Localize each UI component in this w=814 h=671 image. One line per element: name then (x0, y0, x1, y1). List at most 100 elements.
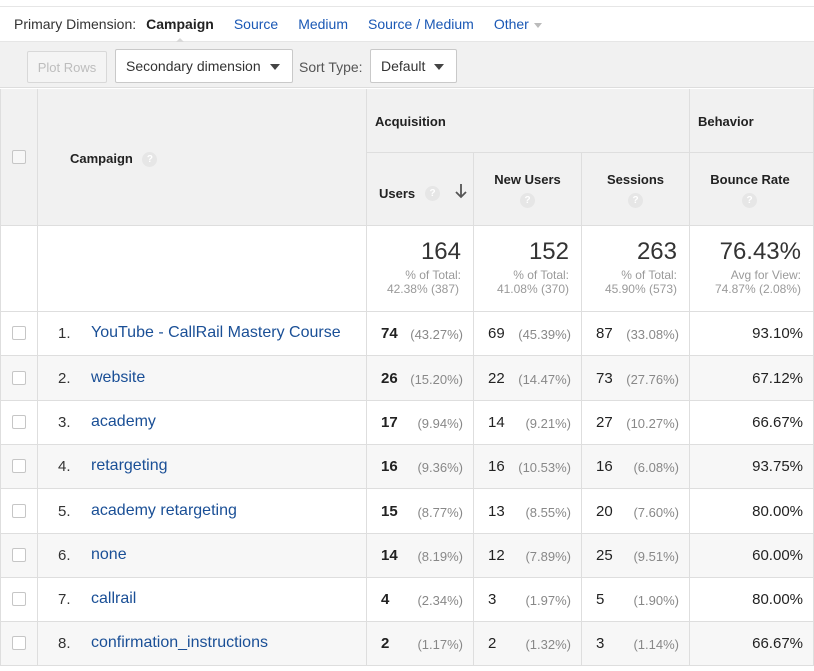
totals-users-line2: 42.38% (387) (386, 282, 459, 296)
sessions-value: 3 (596, 635, 604, 652)
sessions-percent: (1.14%) (633, 637, 679, 652)
table-row-new-users-cell: 16 (10.53%) (474, 445, 582, 489)
table-row-sessions-cell: 87 (33.08%) (582, 312, 690, 356)
header-behavior-label: Behavior (698, 114, 754, 129)
header-campaign-text: Campaign (70, 151, 133, 166)
table-row-users-cell: 74 (43.27%) (367, 312, 474, 356)
question-mark-icon[interactable]: ? (425, 186, 440, 201)
new-users-value: 2 (488, 635, 496, 652)
users-count: 15 (381, 503, 398, 520)
totals-new-users-line2: 41.08% (370) (496, 282, 569, 296)
campaign-link[interactable]: website (91, 369, 145, 387)
primary-dimension-medium[interactable]: Medium (298, 16, 348, 32)
table-row-campaign-cell: 4. retargeting (38, 445, 367, 489)
table-row-campaign-cell: 3. academy (38, 401, 367, 445)
totals-select-cell (0, 226, 38, 312)
sessions-value: 27 (596, 414, 613, 431)
campaign-link[interactable]: retargeting (91, 457, 168, 475)
totals-sessions-line2: 45.90% (573) (604, 282, 677, 296)
table-row-sessions-cell: 5 (1.90%) (582, 578, 690, 622)
bounce-rate-value: 66.67% (752, 635, 803, 652)
table-row-sessions-cell: 20 (7.60%) (582, 489, 690, 534)
table-row-new-users-cell: 2 (1.32%) (474, 622, 582, 666)
row-checkbox[interactable] (12, 636, 26, 650)
campaign-link[interactable]: academy (91, 413, 156, 431)
new-users-count: 69 (488, 325, 505, 342)
sessions-count: 27 (596, 414, 613, 431)
campaign-link[interactable]: none (91, 546, 127, 564)
header-users-cell[interactable]: Users ? (367, 153, 474, 226)
row-index: 2. (58, 370, 71, 387)
row-checkbox[interactable] (12, 415, 26, 429)
header-sessions-cell[interactable]: Sessions ? (582, 153, 690, 226)
totals-bounce-rate-value: 76.43% (719, 238, 801, 265)
users-count: 14 (381, 547, 398, 564)
totals-users-cell: 164 % of Total: 42.38% (387) (367, 226, 474, 312)
campaign-link[interactable]: academy retargeting (91, 502, 237, 520)
users-value: 15 (381, 503, 398, 520)
table-row-select-cell (0, 578, 38, 622)
new-users-percent: (7.89%) (525, 549, 571, 564)
campaign-link[interactable]: YouTube - CallRail Mastery Course (91, 324, 341, 342)
report-table: Campaign ? Acquisition Behavior Users ? … (0, 89, 814, 671)
primary-dimension-label: Primary Dimension: (14, 16, 137, 32)
primary-dimension-source-medium[interactable]: Source / Medium (368, 16, 474, 32)
question-mark-icon[interactable]: ? (628, 193, 643, 208)
row-checkbox[interactable] (12, 548, 26, 562)
primary-dimension-other[interactable]: Other (494, 16, 542, 32)
header-select-cell (0, 89, 38, 226)
new-users-value: 3 (488, 591, 496, 608)
table-row-users-cell: 14 (8.19%) (367, 534, 474, 578)
header-new-users-label: New Users (494, 172, 561, 187)
new-users-count: 14 (488, 414, 505, 431)
users-count: 16 (381, 458, 398, 475)
question-mark-icon[interactable]: ? (742, 193, 757, 208)
totals-label-cell (38, 226, 367, 312)
users-percent: (9.94%) (417, 416, 463, 431)
new-users-count: 2 (488, 635, 497, 652)
row-checkbox[interactable] (12, 504, 26, 518)
table-row-sessions-cell: 16 (6.08%) (582, 445, 690, 489)
row-index: 7. (58, 591, 71, 608)
bounce-rate-value: 93.75% (752, 458, 803, 475)
primary-dimension-campaign[interactable]: Campaign (146, 16, 214, 44)
secondary-dimension-dropdown[interactable]: Secondary dimension (115, 49, 293, 83)
table-row-new-users-cell: 22 (14.47%) (474, 356, 582, 401)
totals-bounce-rate-line1: Avg for View: (730, 268, 801, 282)
campaign-link[interactable]: confirmation_instructions (91, 634, 268, 652)
new-users-percent: (9.21%) (525, 416, 571, 431)
sessions-value: 5 (596, 591, 604, 608)
header-new-users-cell[interactable]: New Users ? (474, 153, 582, 226)
sessions-count: 73 (596, 370, 613, 387)
campaign-link[interactable]: callrail (91, 590, 136, 608)
header-campaign-label[interactable]: Campaign ? (70, 151, 158, 168)
new-users-value: 16 (488, 458, 505, 475)
totals-sessions-cell: 263 % of Total: 45.90% (573) (582, 226, 690, 312)
totals-new-users-line1: % of Total: (513, 268, 569, 282)
sort-type-label: Sort Type: (299, 59, 363, 75)
row-checkbox[interactable] (12, 326, 26, 340)
row-checkbox[interactable] (12, 459, 26, 473)
sessions-count: 5 (596, 591, 605, 608)
question-mark-icon[interactable]: ? (520, 193, 535, 208)
bounce-rate-value: 67.12% (752, 370, 803, 387)
table-row-campaign-cell: 7. callrail (38, 578, 367, 622)
totals-users-value: 164 (420, 238, 461, 265)
select-all-checkbox[interactable] (12, 150, 26, 164)
primary-dimension-source[interactable]: Source (234, 16, 278, 32)
sessions-percent: (6.08%) (633, 460, 679, 475)
header-bounce-rate-cell[interactable]: Bounce Rate ? (690, 153, 814, 226)
table-row-bounce-rate-cell: 67.12% (690, 356, 814, 401)
users-percent: (2.34%) (417, 593, 463, 608)
row-checkbox[interactable] (12, 371, 26, 385)
question-mark-icon[interactable]: ? (142, 152, 158, 168)
new-users-percent: (1.97%) (525, 593, 571, 608)
plot-rows-button[interactable]: Plot Rows (27, 51, 107, 83)
sort-type-dropdown[interactable]: Default (370, 49, 457, 83)
users-percent: (8.77%) (417, 505, 463, 520)
chevron-down-icon (533, 22, 542, 28)
row-index: 5. (58, 503, 71, 520)
row-checkbox[interactable] (12, 592, 26, 606)
users-value: 74 (381, 325, 398, 342)
new-users-percent: (10.53%) (518, 460, 571, 475)
